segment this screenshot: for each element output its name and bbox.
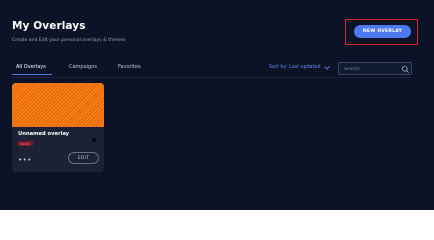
overlay-card[interactable]: Unnamed overlay BASIC ••• EDIT [12, 83, 104, 172]
overlays-page: My Overlays Create and Edit your persona… [0, 0, 434, 210]
search-input[interactable] [344, 65, 400, 74]
tab-all-overlays[interactable]: All Overlays [16, 64, 46, 70]
active-tab-indicator [12, 74, 52, 76]
divider [12, 77, 412, 78]
overlay-thumbnail[interactable] [12, 83, 104, 127]
more-options-icon[interactable]: ••• [18, 157, 32, 164]
search-box [338, 62, 412, 75]
chevron-down-icon [323, 65, 330, 70]
new-overlay-button[interactable]: NEW OVERLAY [354, 25, 411, 38]
search-icon[interactable] [401, 65, 410, 74]
sort-dropdown[interactable]: Sort by: Last updated [269, 65, 330, 70]
page-title: My Overlays [12, 20, 86, 32]
tab-campaigns[interactable]: Campaigns [69, 64, 97, 70]
sort-label: Sort by: Last updated [269, 65, 321, 70]
edit-button[interactable]: EDIT [68, 152, 99, 164]
overlay-name: Unnamed overlay [18, 131, 70, 137]
tab-favorites[interactable]: Favorites [118, 64, 141, 70]
status-dot [92, 138, 96, 142]
page-subtitle: Create and Edit your personal overlays &… [12, 38, 126, 43]
overlay-badge: BASIC [18, 141, 33, 146]
